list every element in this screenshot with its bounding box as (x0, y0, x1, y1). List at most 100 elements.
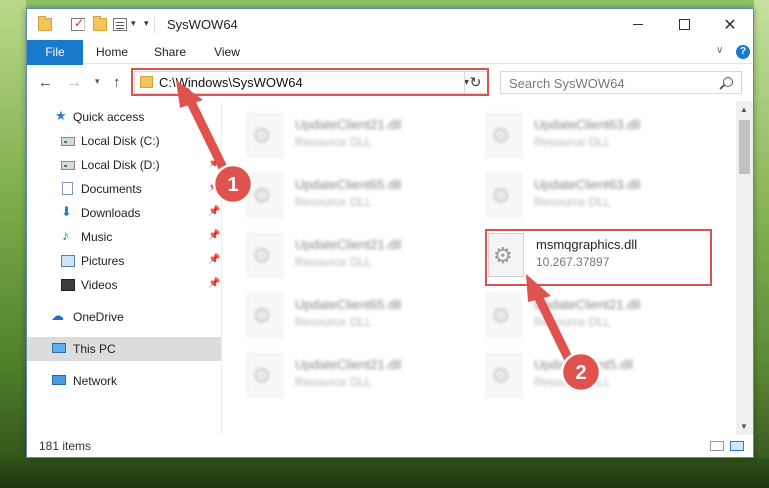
close-button[interactable]: ✕ (707, 9, 753, 39)
sidebar-item-pictures[interactable]: Pictures 📌 (27, 249, 221, 273)
scrollbar-thumb[interactable] (739, 120, 750, 174)
file-highlight-box (485, 229, 712, 286)
dll-file-icon (247, 113, 283, 157)
minimize-button[interactable] (615, 9, 661, 39)
sidebar-item-network[interactable]: Network (27, 369, 221, 393)
file-description: Resource DLL (534, 375, 611, 389)
pane-divider[interactable] (221, 101, 222, 435)
file-description: Resource DLL (295, 375, 372, 389)
sidebar-item-local-disk-c[interactable]: Local Disk (C:) (27, 129, 221, 153)
help-icon[interactable]: ? (736, 45, 750, 59)
desktop-background-right (754, 0, 769, 488)
file-item[interactable]: UpdateClient65.dll Resource DLL (247, 171, 467, 225)
tab-view[interactable]: View (204, 40, 250, 64)
sidebar-item-label: OneDrive (73, 310, 124, 324)
file-name: UpdateClient65.dll (295, 297, 402, 312)
quick-access-separator (84, 19, 85, 31)
file-description: Resource DLL (534, 195, 611, 209)
expand-ribbon-icon[interactable]: ∨ (716, 45, 723, 56)
dll-file-icon (247, 353, 283, 397)
file-item[interactable]: UpdateClient65.dll Resource DLL (247, 291, 467, 345)
new-folder-icon[interactable] (93, 16, 107, 31)
properties-check-icon[interactable] (71, 16, 85, 31)
large-icons-view-icon[interactable] (730, 441, 744, 451)
pictures-icon (61, 255, 75, 267)
file-name: UpdateClient21.dll (295, 357, 402, 372)
file-name: UpdateClient63.dll (534, 177, 641, 192)
vertical-scrollbar[interactable]: ▲ ▼ (736, 101, 753, 435)
sidebar-item-label: Music (81, 230, 113, 244)
music-icon: ♪ (62, 227, 69, 243)
ribbon-tabs: File Home Share View ∨ ? (27, 40, 753, 94)
file-item[interactable]: UpdateClient21.dll Resource DLL (247, 351, 467, 405)
sidebar-item-downloads[interactable]: ⬇ Downloads 📌 (27, 201, 221, 225)
sidebar-item-label: Downloads (81, 206, 141, 220)
file-name: UpdateClient65.dll (295, 177, 402, 192)
sidebar-item-label: Quick access (73, 110, 145, 124)
tab-share[interactable]: Share (147, 40, 193, 64)
recent-locations-icon[interactable]: ▾ (95, 76, 100, 87)
desktop-background-left (0, 0, 26, 488)
sidebar-item-music[interactable]: ♪ Music 📌 (27, 225, 221, 249)
documents-icon (62, 182, 73, 195)
sidebar-item-videos[interactable]: Videos 📌 (27, 273, 221, 297)
forward-arrow-icon[interactable]: → (67, 74, 82, 91)
dll-file-icon (247, 293, 283, 337)
search-icon[interactable] (723, 77, 733, 87)
dll-file-icon (486, 293, 522, 337)
sidebar-item-label: Documents (81, 182, 142, 196)
chevron-down-icon[interactable]: ▾ (131, 18, 136, 29)
sidebar-item-documents[interactable]: Documents 📌 (27, 177, 221, 201)
customize-toolbar-icon[interactable] (113, 18, 127, 31)
file-description: Resource DLL (534, 315, 611, 329)
file-description: Resource DLL (295, 135, 372, 149)
folder-icon[interactable] (38, 16, 52, 31)
back-arrow-icon[interactable]: ← (38, 74, 53, 91)
sidebar-item-onedrive[interactable]: ☁ OneDrive (27, 305, 221, 329)
sidebar-item-this-pc[interactable]: This PC (27, 337, 221, 361)
file-description: Resource DLL (295, 195, 372, 209)
file-item[interactable]: UpdateClient21.dll Resource DLL (247, 111, 467, 165)
dll-file-icon (486, 353, 522, 397)
file-name: UpdateClient21.dll (295, 237, 402, 252)
dll-file-icon (486, 113, 522, 157)
pin-icon[interactable]: 📌 (208, 182, 220, 193)
pin-icon[interactable]: 📌 (208, 158, 220, 169)
sidebar-item-local-disk-d[interactable]: Local Disk (D:) 📌 (27, 153, 221, 177)
file-item[interactable]: UpdateClient21.dll Resource DLL (486, 291, 706, 345)
file-item[interactable]: UpdateClient5.dll Resource DLL (486, 351, 706, 405)
sidebar-item-label: Local Disk (D:) (81, 158, 160, 172)
tab-home[interactable]: Home (89, 40, 135, 64)
file-description: Resource DLL (295, 255, 372, 269)
search-input[interactable]: Search SysWOW64 (500, 71, 742, 94)
scroll-down-icon[interactable]: ▼ (740, 422, 748, 431)
dll-file-icon (486, 173, 522, 217)
sidebar-item-label: Local Disk (C:) (81, 134, 160, 148)
file-item[interactable]: UpdateClient63.dll Resource DLL (486, 171, 706, 225)
pin-icon[interactable]: 📌 (208, 278, 220, 289)
file-item[interactable]: UpdateClient21.dll Resource DLL (247, 231, 467, 285)
maximize-button[interactable] (661, 9, 707, 39)
pin-icon[interactable]: 📌 (208, 230, 220, 241)
sidebar-item-label: Network (73, 374, 118, 388)
network-icon (52, 375, 66, 385)
file-item[interactable]: UpdateClient63.dll Resource DLL (486, 111, 706, 165)
sidebar-item-quick-access[interactable]: ★ Quick access (27, 105, 221, 129)
navigation-bar: ← → ▾ ↑ C:\Windows\SysWOW64 ▾ ↻ Search S… (27, 65, 753, 99)
details-view-icon[interactable] (710, 441, 724, 451)
desktop-background-bottom (0, 458, 769, 488)
file-description: Resource DLL (295, 315, 372, 329)
window-title: SysWOW64 (167, 17, 238, 32)
quick-access-dropdown-icon[interactable]: ▾ (144, 18, 149, 29)
title-bar: ▾ ▾ SysWOW64 ✕ (27, 9, 753, 40)
computer-icon (52, 343, 66, 353)
file-description: Resource DLL (534, 135, 611, 149)
dll-file-icon (247, 233, 283, 277)
pin-icon[interactable]: 📌 (208, 206, 220, 217)
pin-icon[interactable]: 📌 (208, 254, 220, 265)
file-name: UpdateClient21.dll (295, 117, 402, 132)
up-arrow-icon[interactable]: ↑ (113, 74, 121, 91)
sidebar-item-label: This PC (73, 342, 116, 356)
dll-file-icon (247, 173, 283, 217)
scroll-up-icon[interactable]: ▲ (740, 105, 748, 114)
